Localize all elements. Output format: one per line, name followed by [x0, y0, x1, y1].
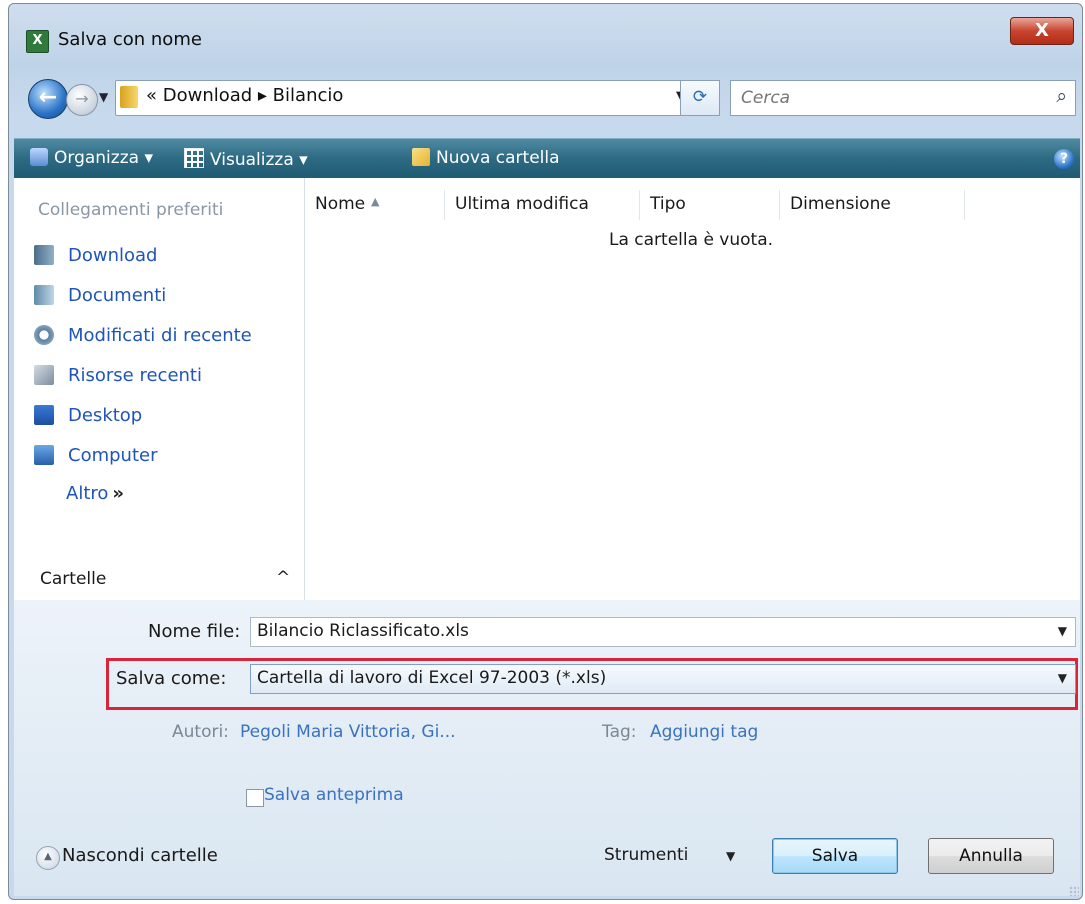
double-chevron-icon: »: [112, 483, 125, 504]
forward-button[interactable]: →: [66, 84, 98, 116]
new-folder-icon: [412, 148, 430, 166]
recent-changes-icon: [34, 325, 54, 345]
save-button[interactable]: Salva: [772, 838, 898, 874]
hide-folders-button[interactable]: Nascondi cartelle: [62, 845, 218, 866]
window-title: Salva con nome: [58, 29, 202, 50]
more-link[interactable]: Altro»: [66, 483, 124, 504]
sidebar-item-label: Desktop: [68, 404, 143, 426]
column-header-type[interactable]: Tipo: [640, 190, 780, 220]
close-button[interactable]: X: [1010, 17, 1074, 45]
tags-value[interactable]: Aggiungi tag: [650, 722, 758, 742]
history-dropdown-icon[interactable]: ▼: [99, 90, 108, 104]
organize-menu[interactable]: Organizza ▾: [30, 148, 153, 168]
filename-value[interactable]: Bilancio Riclassificato.xls: [257, 621, 469, 641]
search-icon[interactable]: ⌕: [1056, 85, 1067, 107]
recent-places-icon: [34, 365, 54, 385]
sidebar-item-label: Modificati di recente: [68, 324, 252, 346]
back-button[interactable]: ←: [28, 79, 68, 119]
filetype-value[interactable]: Cartella di lavoro di Excel 97-2003 (*.x…: [257, 668, 606, 688]
tools-menu[interactable]: Strumenti: [604, 845, 688, 865]
documents-icon: [34, 285, 54, 305]
favorites-header: Collegamenti preferiti: [38, 200, 224, 220]
new-folder-label: Nuova cartella: [436, 148, 560, 168]
hide-folders-icon[interactable]: ▲: [36, 846, 60, 870]
column-label: Nome: [315, 194, 366, 214]
sidebar-item-desktop[interactable]: Desktop: [34, 400, 142, 430]
chevron-down-icon[interactable]: ▼: [1058, 624, 1067, 638]
resize-grip-icon[interactable]: [1069, 886, 1079, 896]
sidebar-item-label: Download: [68, 244, 158, 266]
filename-field[interactable]: Bilancio Riclassificato.xls ▼: [250, 617, 1076, 647]
chevron-down-icon[interactable]: ▼: [726, 849, 735, 863]
views-menu[interactable]: Visualizza ▾: [184, 148, 308, 170]
help-icon[interactable]: ?: [1054, 149, 1074, 169]
folder-icon: [120, 86, 138, 108]
chevron-up-icon[interactable]: ^: [276, 568, 290, 588]
excel-app-icon: X: [26, 30, 49, 53]
command-toolbar: Organizza ▾ Visualizza ▾ Nuova cartella …: [14, 138, 1080, 180]
filename-label: Nome file:: [148, 621, 241, 642]
favorites-pane: Collegamenti preferiti Download Document…: [14, 178, 305, 600]
download-folder-icon: [34, 245, 54, 265]
savetype-label: Salva come:: [116, 668, 227, 689]
filetype-select[interactable]: Cartella di lavoro di Excel 97-2003 (*.x…: [250, 664, 1076, 694]
tags-label: Tag:: [602, 722, 637, 742]
computer-icon: [34, 445, 54, 465]
refresh-button[interactable]: ⟳: [680, 80, 720, 116]
sidebar-item-recent-changes[interactable]: Modificati di recente: [34, 320, 252, 350]
organize-label: Organizza ▾: [54, 148, 153, 168]
authors-label: Autori:: [172, 722, 229, 742]
organize-icon: [30, 148, 48, 166]
search-box[interactable]: ⌕: [730, 80, 1076, 116]
column-header-name[interactable]: ▲ Nome: [305, 190, 445, 220]
more-label: Altro: [66, 483, 109, 504]
desktop-icon: [34, 405, 54, 425]
sidebar-item-recent-places[interactable]: Risorse recenti: [34, 360, 202, 390]
save-preview-checkbox[interactable]: [246, 789, 264, 807]
column-header-size[interactable]: Dimensione: [780, 190, 965, 220]
sidebar-item-documents[interactable]: Documenti: [34, 280, 166, 310]
views-grid-icon: [184, 148, 204, 168]
address-bar[interactable]: « Download ▸ Bilancio ▼: [115, 80, 717, 116]
breadcrumb[interactable]: « Download ▸ Bilancio: [146, 85, 343, 106]
file-list[interactable]: ▲ Nome Ultima modifica Tipo Dimensione La…: [305, 178, 1080, 600]
column-header-modified[interactable]: Ultima modifica: [445, 190, 640, 220]
sidebar-item-download[interactable]: Download: [34, 240, 157, 270]
new-folder-button[interactable]: Nuova cartella: [412, 148, 560, 168]
cancel-button[interactable]: Annulla: [928, 838, 1054, 874]
save-preview-label[interactable]: Salva anteprima: [264, 785, 404, 805]
sort-arrow-icon: ▲: [371, 195, 380, 208]
sidebar-item-label: Risorse recenti: [68, 364, 202, 386]
sidebar-item-computer[interactable]: Computer: [34, 440, 157, 470]
views-label: Visualizza ▾: [210, 150, 308, 170]
sidebar-item-label: Computer: [68, 444, 158, 466]
folders-label[interactable]: Cartelle: [40, 569, 106, 589]
empty-folder-message: La cartella è vuota.: [609, 230, 774, 250]
search-input[interactable]: [739, 85, 1023, 111]
authors-value[interactable]: Pegoli Maria Vittoria, Gi...: [240, 722, 456, 742]
chevron-down-icon[interactable]: ▼: [1058, 671, 1067, 685]
sidebar-item-label: Documenti: [68, 284, 167, 306]
